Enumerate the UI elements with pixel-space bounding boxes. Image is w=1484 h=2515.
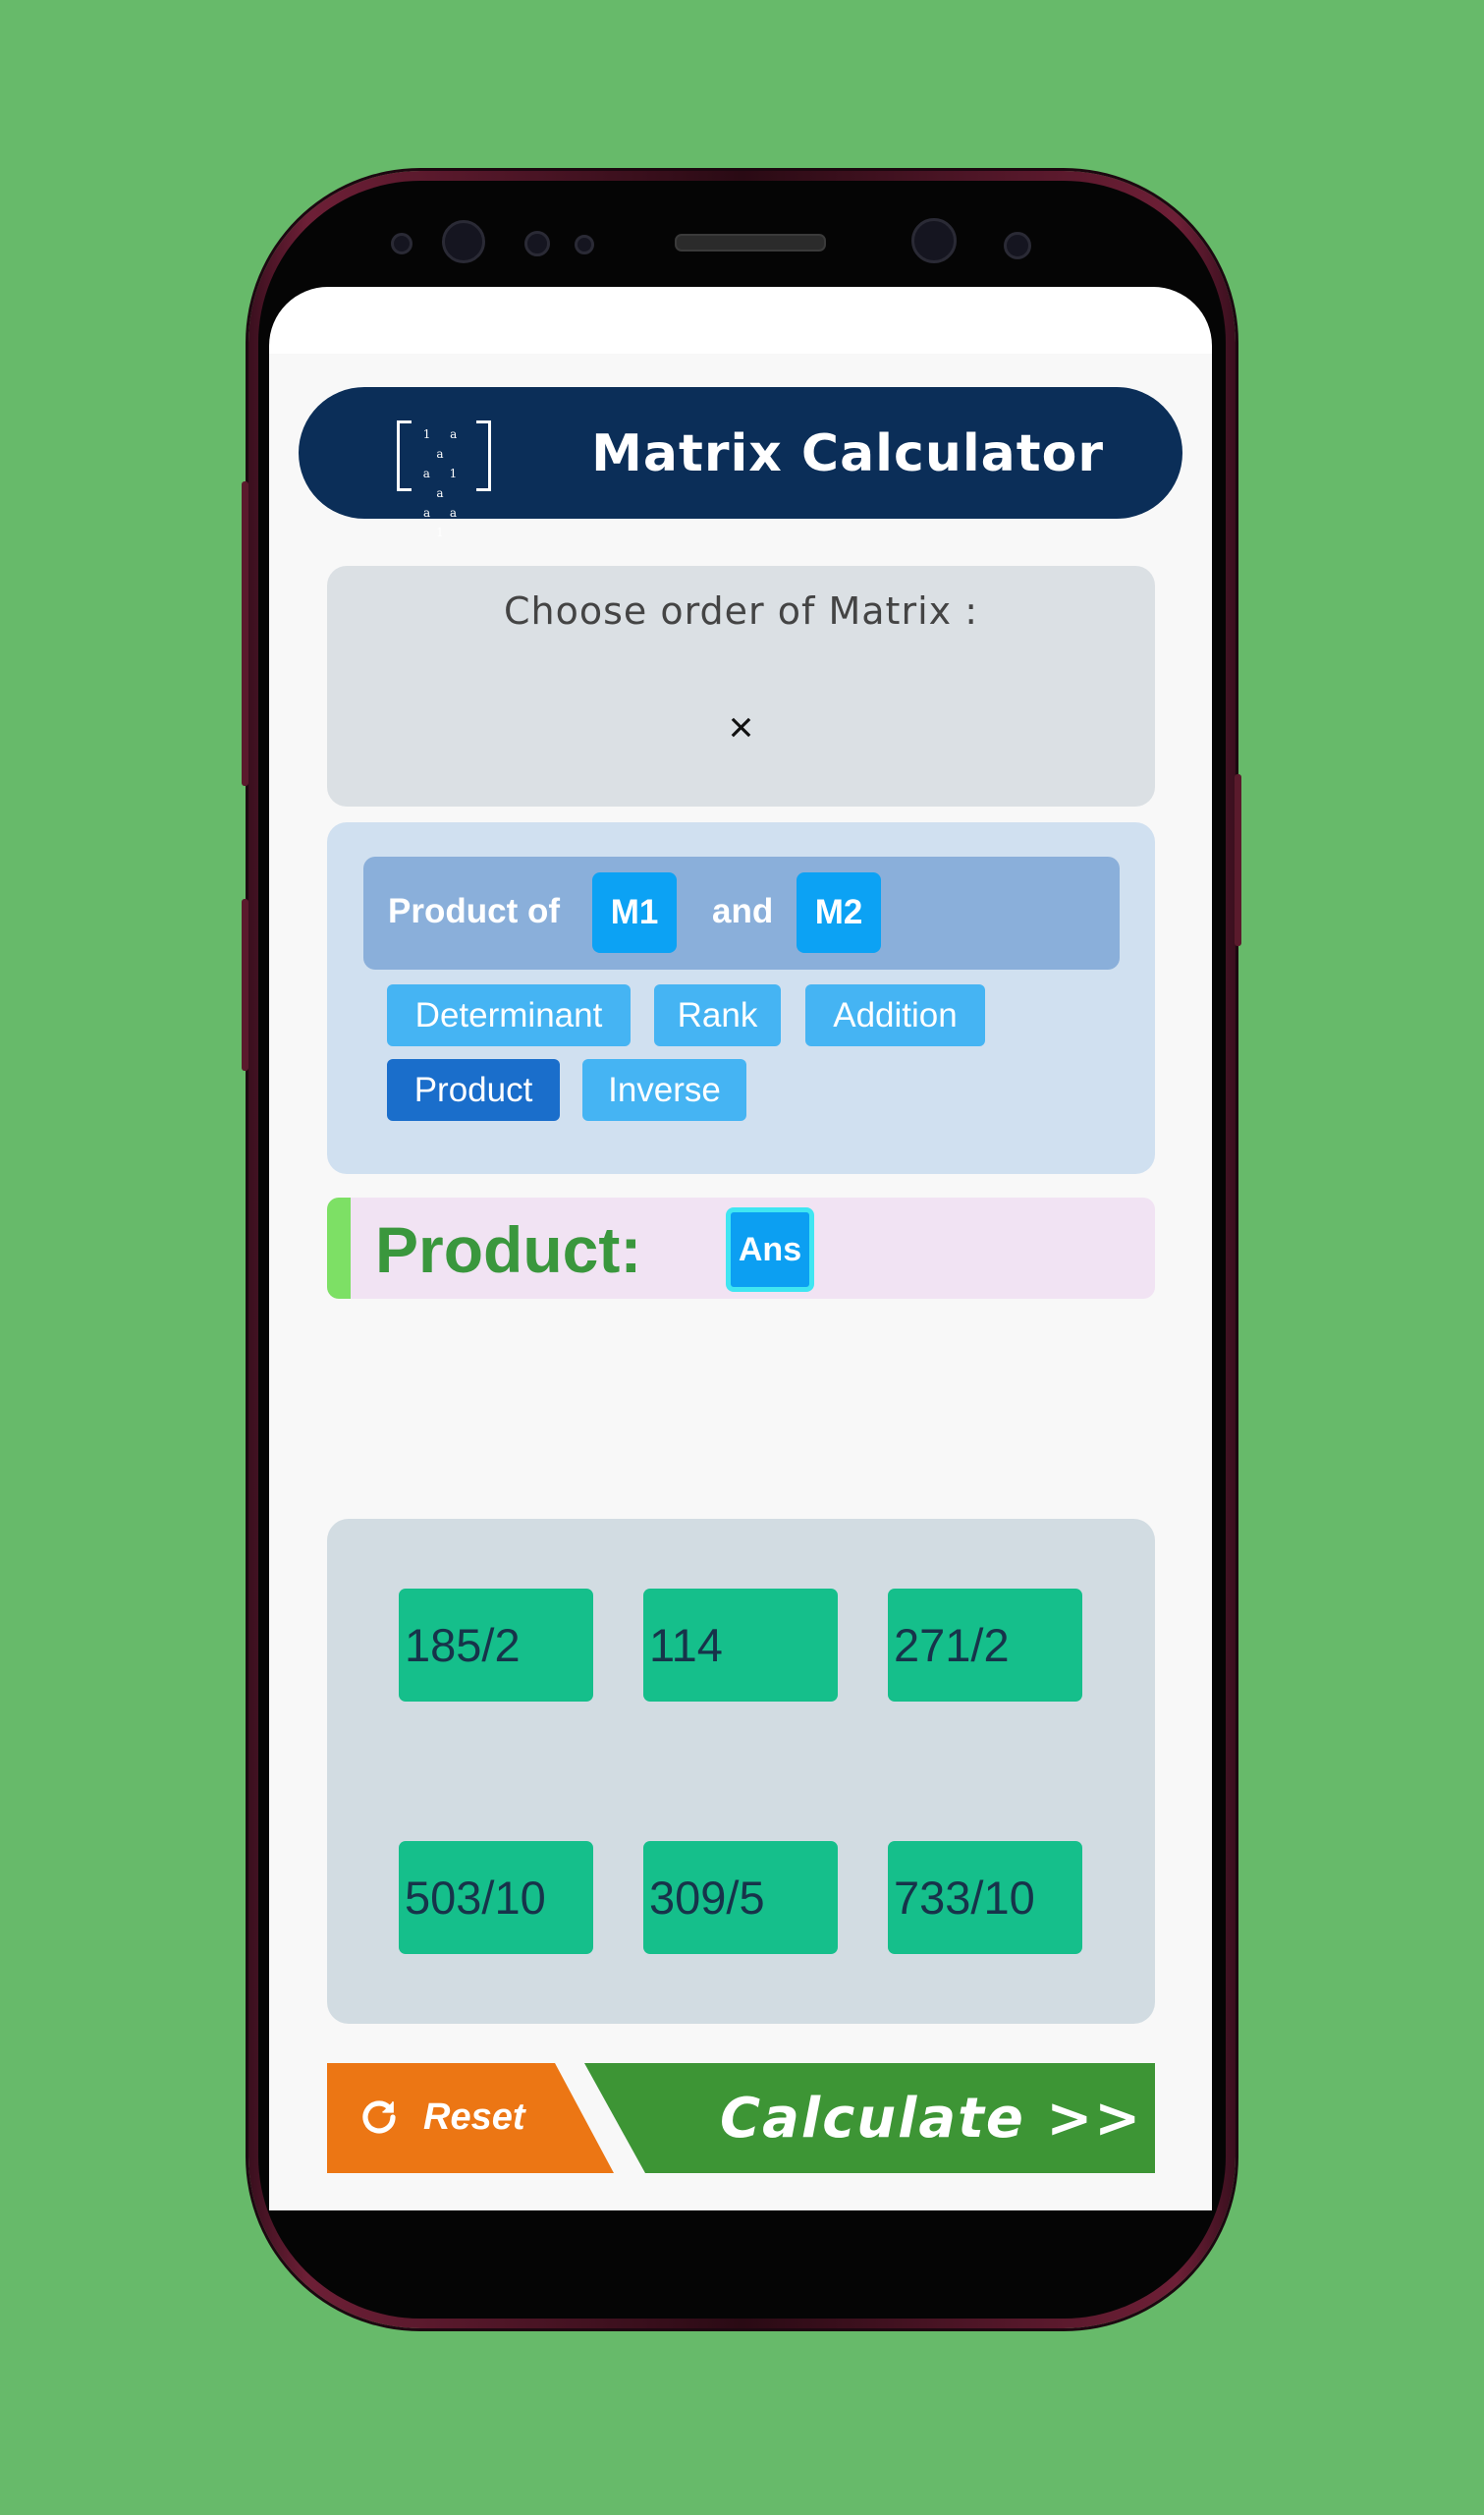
app-title: Matrix Calculator (591, 424, 1104, 483)
result-bar: Product: Ans (327, 1198, 1155, 1299)
side-button-left-2 (242, 899, 248, 1071)
ans-button[interactable]: Ans (726, 1207, 814, 1292)
app-header: 1 a aa 1 aa a 1 Matrix Calculator (299, 387, 1182, 539)
side-button-right (1235, 774, 1241, 946)
result-matrix: 185/2 114 271/2 503/10 309/5 733/10 (327, 1519, 1155, 2024)
action-bar: Reset Calculate >> (327, 2063, 1155, 2173)
and-label: and (712, 892, 774, 930)
calculate-button[interactable]: Calculate >> (584, 2063, 1155, 2173)
order-label: Choose order of Matrix : (503, 589, 978, 633)
product-of-label: Product of (388, 892, 560, 930)
matrix-cell: 271/2 (888, 1589, 1082, 1702)
matrix-cell: 185/2 (399, 1589, 593, 1702)
chip-inverse[interactable]: Inverse (582, 1059, 746, 1121)
product-of-bar: Product of M1 and M2 (363, 857, 1120, 970)
chip-product[interactable]: Product (387, 1059, 560, 1121)
result-accent (327, 1198, 351, 1299)
sensor-icon (442, 220, 485, 263)
matrix-order-card: Choose order of Matrix : × (327, 566, 1155, 807)
calculate-label: Calculate >> (720, 2087, 1143, 2151)
sensor-icon (575, 235, 594, 254)
sensor-icon (524, 231, 550, 256)
matrix-logo-icon: 1 a aa 1 aa a 1 (397, 417, 491, 539)
m2-button[interactable]: M2 (797, 872, 881, 953)
chip-determinant[interactable]: Determinant (387, 984, 631, 1046)
m1-button[interactable]: M1 (592, 872, 677, 953)
side-button-left-1 (242, 481, 248, 786)
sensor-icon (391, 233, 412, 254)
front-camera-icon (911, 218, 957, 263)
refresh-icon (362, 2100, 396, 2134)
earpiece-speaker (675, 234, 826, 252)
sensor-icon (1004, 232, 1031, 259)
order-separator-icon: × (728, 703, 754, 752)
matrix-cell: 309/5 (643, 1841, 838, 1954)
app-screen: 1 a aa 1 aa a 1 Matrix Calculator Choose… (269, 287, 1212, 2210)
reset-button[interactable]: Reset (327, 2063, 614, 2173)
matrix-cell: 503/10 (399, 1841, 593, 1954)
reset-label: Reset (423, 2096, 525, 2138)
chip-rank[interactable]: Rank (654, 984, 781, 1046)
matrix-cell: 733/10 (888, 1841, 1082, 1954)
chip-addition[interactable]: Addition (805, 984, 985, 1046)
matrix-cell: 114 (643, 1589, 838, 1702)
result-label: Product: (375, 1213, 642, 1286)
operations-card: Product of M1 and M2 Determinant Rank Ad… (327, 822, 1155, 1174)
